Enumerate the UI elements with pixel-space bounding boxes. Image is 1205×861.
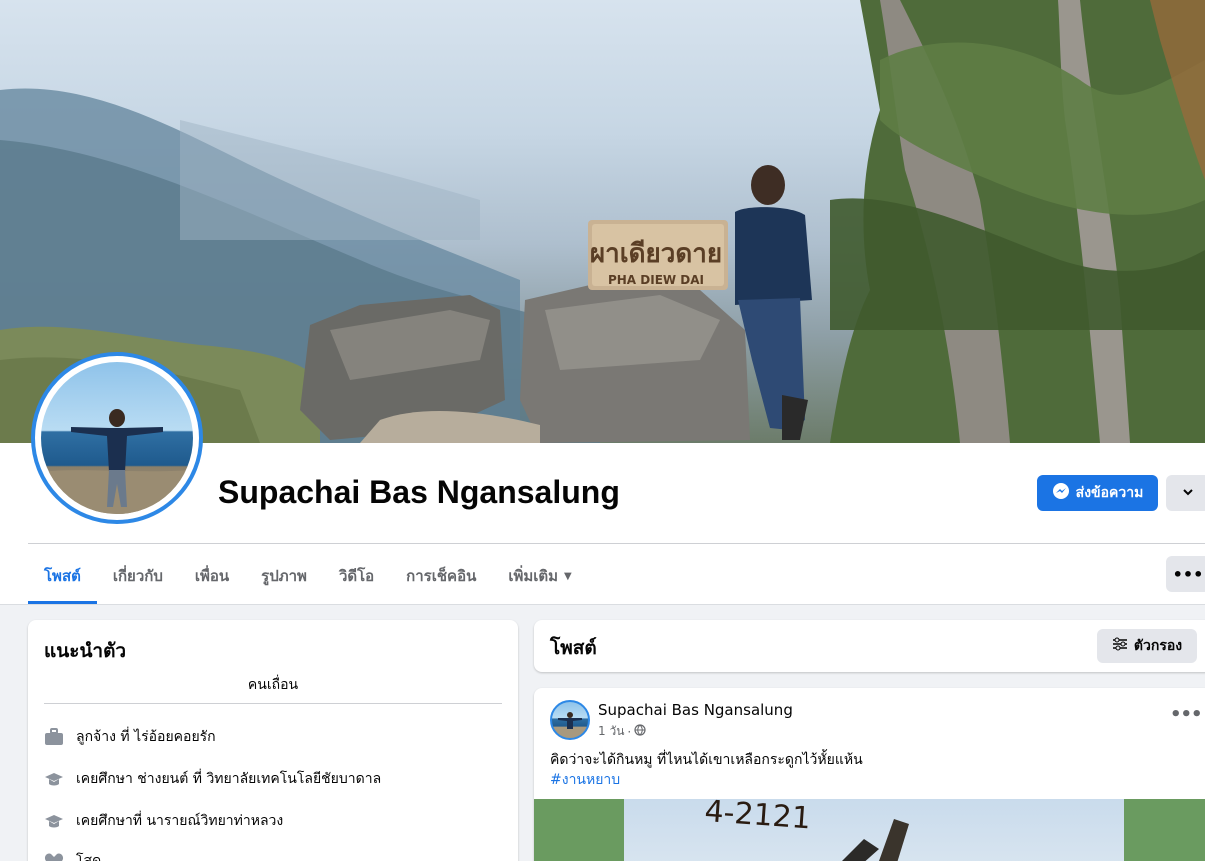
photo-text: 4-2121 (703, 799, 811, 836)
profile-name: Supachai Bas Ngansalung (218, 474, 620, 510)
tab-posts[interactable]: โพสต์ (28, 548, 97, 604)
tab-friends[interactable]: เพื่อน (179, 548, 245, 604)
header-divider (28, 543, 1205, 544)
post-author-avatar[interactable] (550, 700, 590, 740)
post-time[interactable]: 1 วัน (598, 722, 624, 741)
tab-videos[interactable]: วิดีโอ (323, 548, 390, 604)
posts-title: โพสต์ (550, 637, 597, 659)
profile-tabs: โพสต์ เกี่ยวกับ เพื่อน รูปภาพ วิดีโอ การ… (28, 548, 588, 604)
intro-title: แนะนำตัว (44, 640, 127, 662)
send-message-button[interactable]: ส่งข้อความ (1037, 475, 1158, 511)
avatar-photo (41, 362, 193, 514)
chevron-down-icon (1181, 484, 1195, 503)
intro-item-education: เคยศึกษา ช่างยนต์ ที่ วิทยาลัยเทคโนโลยีช… (44, 768, 381, 790)
tab-about[interactable]: เกี่ยวกับ (97, 548, 179, 604)
profile-avatar[interactable] (31, 352, 203, 524)
tab-photos[interactable]: รูปภาพ (245, 548, 323, 604)
tab-more[interactable]: เพิ่มเติม ▼ (492, 548, 587, 604)
cover-sign-thai: ผาเดียวดาย (590, 239, 722, 269)
post-hashtag[interactable]: #งานหยาบ (550, 769, 620, 791)
post-meta: 1 วัน · (598, 722, 646, 741)
post-author-name[interactable]: Supachai Bas Ngansalung (598, 701, 793, 719)
meta-separator: · (627, 724, 632, 739)
messenger-icon (1052, 482, 1070, 504)
intro-bio: คนเถื่อน (247, 677, 299, 693)
post-image[interactable]: 4-2121 (534, 799, 1205, 861)
post-photo: 4-2121 (624, 799, 1124, 861)
filter-button[interactable]: ตัวกรอง (1097, 629, 1197, 663)
ellipsis-icon: ••• (1172, 564, 1204, 584)
post-options-button[interactable]: ••• (1170, 704, 1203, 725)
more-options-button[interactable]: ••• (1166, 556, 1205, 592)
briefcase-icon (44, 727, 64, 747)
heart-icon (44, 851, 64, 861)
cover-photo[interactable]: ผาเดียวดาย PHA DIEW DAI (0, 0, 1205, 443)
graduation-cap-icon (44, 769, 64, 789)
intro-item-relationship: โสด (44, 850, 101, 861)
globe-icon (634, 724, 646, 739)
intro-item-work: ลูกจ้าง ที่ ไร่อ้อยคอยรัก (44, 726, 216, 748)
tab-checkins[interactable]: การเช็คอิน (390, 548, 492, 604)
intro-card: แนะนำตัว คนเถื่อน ลูกจ้าง ที่ ไร่อ้อยคอย… (28, 620, 518, 861)
post-text: คิดว่าจะได้กินหมู ที่ไหนได้เขาเหลือกระดู… (550, 752, 863, 768)
caret-down-icon: ▼ (564, 570, 572, 582)
intro-item-school: เคยศึกษาที่ นารายณ์วิทยาท่าหลวง (44, 810, 283, 832)
intro-divider (44, 703, 502, 704)
filter-icon (1112, 637, 1128, 655)
send-message-label: ส่งข้อความ (1075, 485, 1144, 501)
graduation-cap-icon (44, 811, 64, 831)
cover-sign-en: PHA DIEW DAI (608, 273, 704, 287)
posts-header-card: โพสต์ ตัวกรอง (534, 620, 1205, 672)
profile-options-dropdown[interactable] (1166, 475, 1205, 511)
post-card: Supachai Bas Ngansalung 1 วัน · ••• คิดว… (534, 688, 1205, 861)
